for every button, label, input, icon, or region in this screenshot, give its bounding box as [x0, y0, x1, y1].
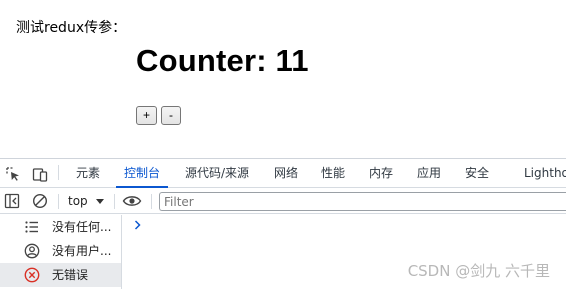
sidebar-toggle-icon[interactable] [4, 193, 20, 209]
list-icon [25, 221, 38, 233]
clear-console-icon[interactable] [32, 193, 48, 209]
toolbar-divider [151, 194, 152, 209]
console-sidebar: 没有任何... 没有用户... 无错误 [0, 215, 122, 289]
tab-security[interactable]: 安全 [465, 159, 489, 187]
dropdown-arrow-icon [95, 199, 104, 204]
watermark: CSDN @剑九 六千里 [407, 262, 550, 280]
sidebar-item-errors[interactable]: 无错误 [0, 263, 121, 287]
tabbar-divider [58, 165, 59, 180]
counter-buttons: + - [136, 106, 182, 125]
error-icon [24, 267, 40, 283]
counter-heading: Counter: 11 [136, 43, 309, 78]
increment-button[interactable]: + [136, 106, 158, 125]
device-toolbar-icon[interactable] [32, 166, 48, 182]
tab-network[interactable]: 网络 [274, 159, 298, 187]
sidebar-item-label: 无错误 [52, 268, 89, 282]
sidebar-item-label: 没有任何... [52, 220, 112, 234]
user-icon [24, 243, 40, 259]
devtools-tabbar: 元素 控制台 源代码/来源 网络 性能 内存 应用 安全 Lightho [0, 159, 566, 188]
page-viewport: 测试redux传参： Counter: 11 + - [0, 0, 566, 158]
sidebar-item-messages[interactable]: 没有任何... [0, 215, 121, 239]
sidebar-item-user-messages[interactable]: 没有用户... [0, 239, 121, 263]
sidebar-item-label: 没有用户... [52, 244, 112, 258]
tab-console[interactable]: 控制台 [115, 159, 169, 188]
context-label: top [68, 194, 88, 208]
eye-icon[interactable] [122, 193, 142, 209]
tab-performance[interactable]: 性能 [321, 159, 345, 187]
filter-input[interactable] [159, 192, 566, 211]
tab-lighthouse[interactable]: Lightho [524, 159, 566, 187]
tab-memory[interactable]: 内存 [369, 159, 393, 187]
toolbar-divider [114, 194, 115, 209]
chevron-right-icon [134, 220, 141, 230]
decrement-button[interactable]: - [161, 106, 182, 125]
context-selector[interactable]: top [68, 193, 104, 210]
tab-sources[interactable]: 源代码/来源 [185, 159, 249, 187]
console-toolbar: top [0, 189, 566, 214]
toolbar-divider [58, 194, 59, 209]
inspect-element-icon[interactable] [5, 166, 21, 182]
tab-elements[interactable]: 元素 [76, 159, 100, 187]
tab-application[interactable]: 应用 [417, 159, 441, 187]
intro-text: 测试redux传参： [16, 20, 127, 36]
